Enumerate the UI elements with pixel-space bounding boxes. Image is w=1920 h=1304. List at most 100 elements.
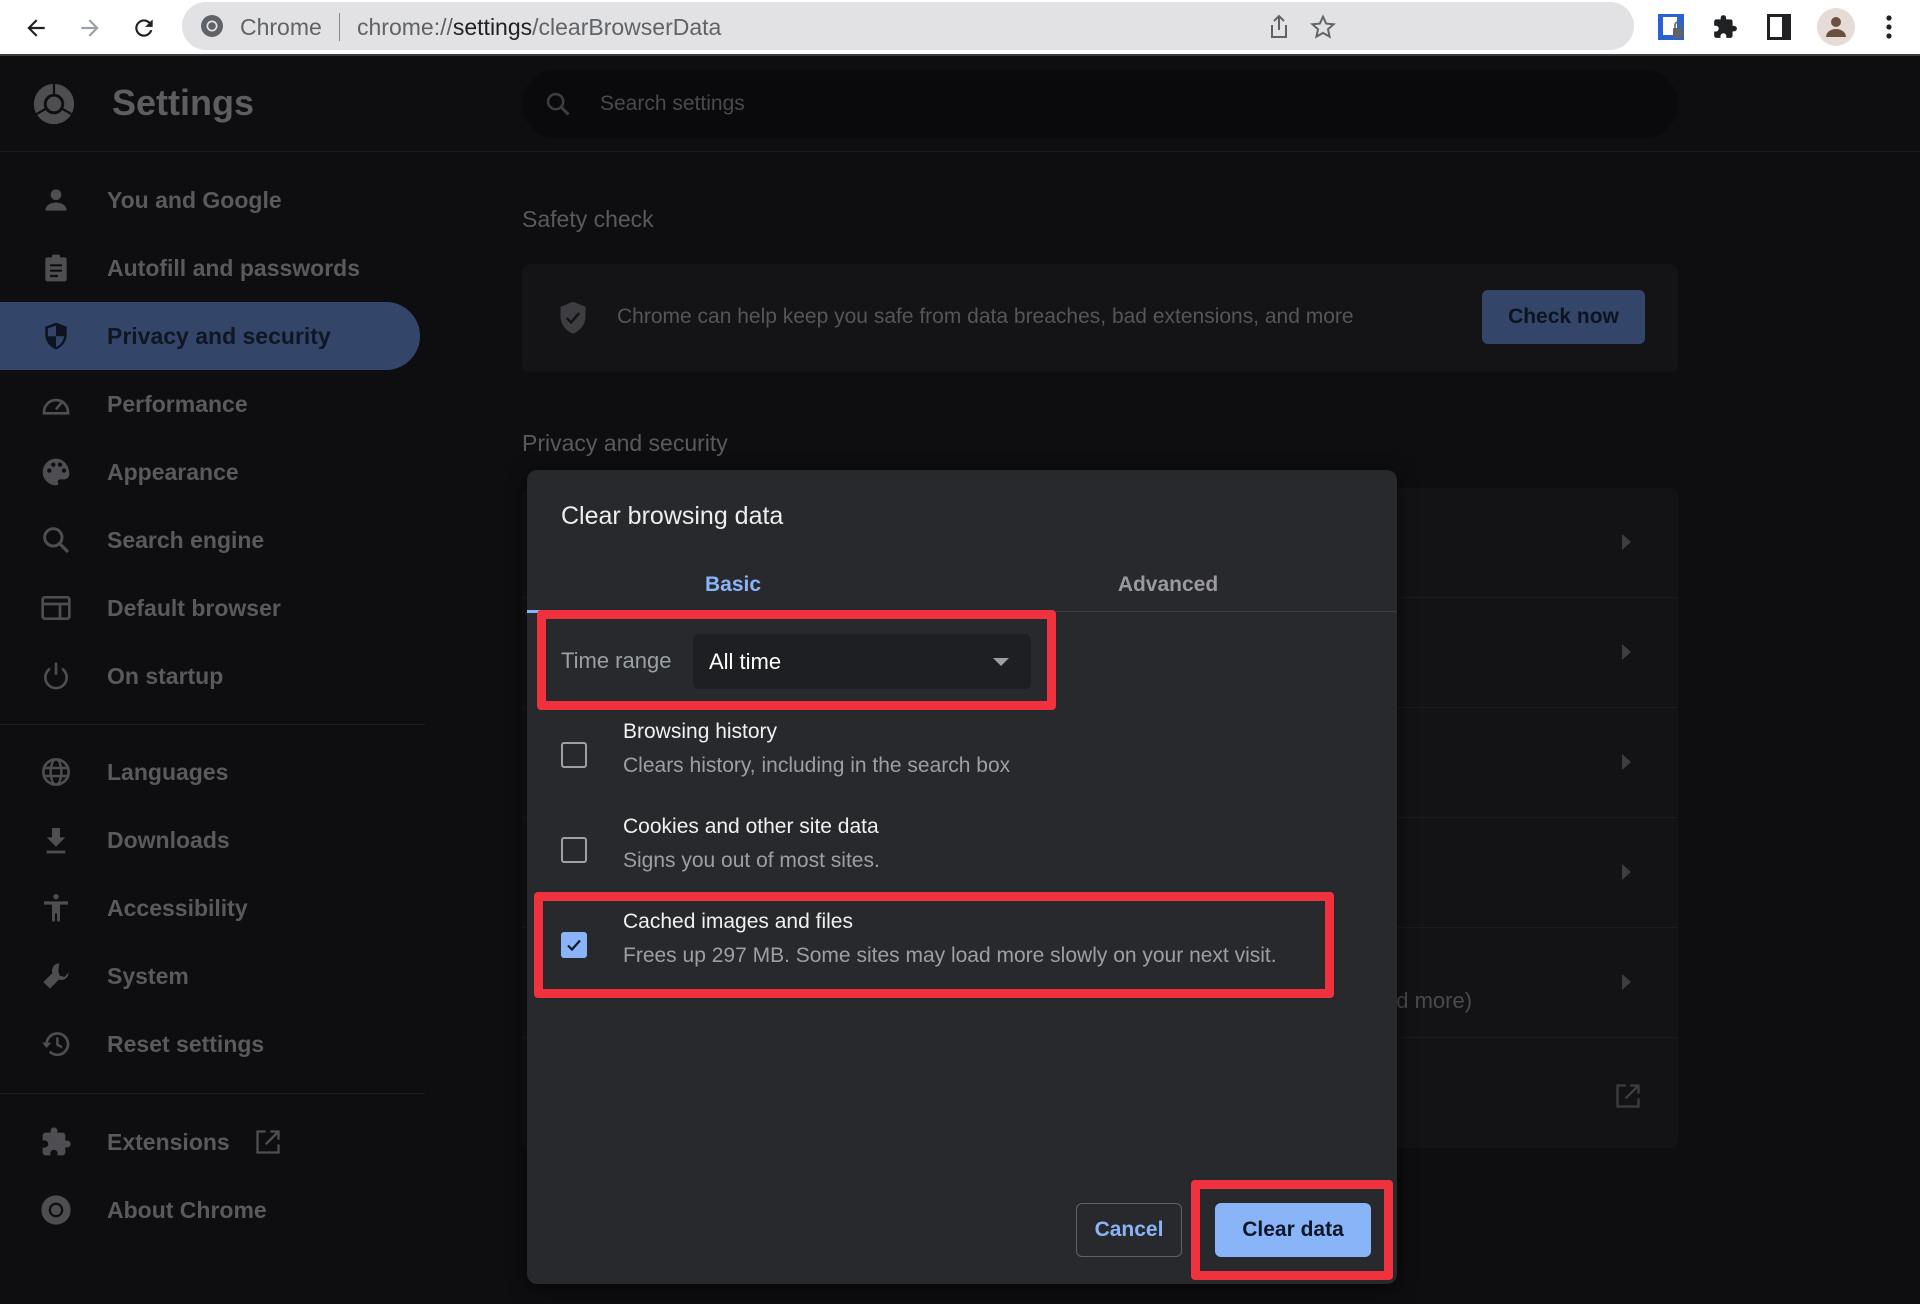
dropdown-caret-icon: [993, 658, 1009, 666]
restore-icon: [42, 1032, 70, 1057]
sidebar-item-performance[interactable]: Performance: [0, 370, 420, 438]
forward-arrow-icon: [81, 19, 99, 37]
back-arrow-icon: [27, 19, 45, 37]
sidebar-item-you-and-google[interactable]: You and Google: [0, 166, 420, 234]
sidebar-item-on-startup[interactable]: On startup: [0, 642, 420, 710]
clear-data-button[interactable]: Clear data: [1215, 1203, 1371, 1257]
kebab-menu-icon: [1886, 15, 1892, 39]
sidebar-item-label: Downloads: [107, 826, 230, 853]
sidebar-item-reset-settings[interactable]: Reset settings: [0, 1010, 420, 1078]
search-settings-input[interactable]: [600, 88, 1600, 120]
safety-check-card: Chrome can help keep you safe from data …: [522, 264, 1678, 372]
external-link-icon: [1616, 1084, 1640, 1108]
sidebar-item-label: Appearance: [107, 458, 239, 485]
sidebar-item-label: Performance: [107, 390, 248, 417]
chrome-settings-logo-icon: [33, 83, 75, 125]
back-button[interactable]: [16, 8, 56, 48]
dialog-tabs: Basic Advanced: [527, 558, 1397, 613]
search-icon: [546, 92, 570, 116]
option-cookies[interactable]: Cookies and other site data Signs you ou…: [527, 815, 1397, 895]
sidebar-item-privacy-and-security[interactable]: Privacy and security: [0, 302, 420, 370]
share-button[interactable]: [1264, 12, 1294, 42]
arrow-right-icon: [1622, 864, 1631, 880]
browsing-history-checkbox[interactable]: [561, 742, 587, 768]
option-title: Cached images and files: [623, 910, 853, 933]
address-bar[interactable]: Chrome chrome://settings/clearBrowserDat…: [182, 2, 1634, 50]
sidebar-divider: [0, 724, 425, 725]
clear-browsing-data-dialog: Clear browsing data Basic Advanced Time …: [527, 470, 1397, 1284]
search-settings-box[interactable]: [522, 70, 1678, 138]
shield-icon: [45, 322, 67, 350]
settings-header: Settings: [0, 58, 1920, 152]
safety-check-heading: Safety check: [522, 206, 654, 232]
sidebar-item-default-browser[interactable]: Default browser: [0, 574, 420, 642]
option-description: Frees up 297 MB. Some sites may load mor…: [623, 944, 1277, 967]
sidebar-item-label: Accessibility: [107, 894, 248, 921]
url-text[interactable]: chrome://settings/clearBrowserData: [357, 14, 721, 41]
tab-advanced[interactable]: Advanced: [939, 558, 1397, 612]
option-title: Browsing history: [623, 720, 778, 743]
sidebar-item-system[interactable]: System: [0, 942, 420, 1010]
puzzle-icon: [1714, 15, 1737, 38]
wrench-icon: [43, 963, 69, 989]
option-description: Clears history, including in the search …: [623, 754, 1011, 777]
url-scheme: chrome://: [357, 14, 453, 40]
sidebar-item-label: Autofill and passwords: [107, 254, 361, 281]
sidebar-item-search-engine[interactable]: Search engine: [0, 506, 420, 574]
cached-images-checkbox[interactable]: [561, 932, 587, 958]
chrome-logo-icon: [201, 15, 223, 37]
cancel-button[interactable]: Cancel: [1076, 1203, 1182, 1257]
sidebar-item-extensions[interactable]: Extensions: [0, 1108, 420, 1176]
sidebar-item-label: Reset settings: [107, 1030, 265, 1057]
option-cached-images[interactable]: Cached images and files Frees up 297 MB.…: [527, 910, 1397, 990]
chrome-menu-button[interactable]: [1872, 10, 1906, 44]
settings-sidebar: You and Google Autofill and passwords Pr…: [0, 152, 425, 1304]
reload-button[interactable]: [124, 8, 164, 48]
sidebar-item-about-chrome[interactable]: About Chrome: [0, 1176, 420, 1244]
forward-button[interactable]: [70, 8, 110, 48]
shield-check-icon: [560, 301, 586, 334]
sidebar-divider: [0, 1093, 425, 1094]
sidebar-item-label: About Chrome: [107, 1196, 267, 1223]
sidebar-item-label: You and Google: [107, 186, 282, 213]
puzzle-icon: [42, 1127, 71, 1156]
privacy-section-heading: Privacy and security: [522, 430, 728, 456]
profile-avatar-button[interactable]: [1817, 8, 1855, 46]
browser-toolbar: Chrome chrome://settings/clearBrowserDat…: [0, 0, 1920, 56]
side-panel-button[interactable]: [1762, 10, 1796, 44]
sidebar-item-appearance[interactable]: Appearance: [0, 438, 420, 506]
sidebar-item-accessibility[interactable]: Accessibility: [0, 874, 420, 942]
globe-icon: [42, 758, 70, 786]
url-path: /clearBrowserData: [532, 14, 722, 40]
sidebar-item-label: Extensions: [107, 1128, 230, 1155]
cookies-checkbox[interactable]: [561, 837, 587, 863]
tab-basic[interactable]: Basic: [527, 558, 939, 613]
bookmark-star-button[interactable]: [1308, 12, 1338, 42]
option-title: Cookies and other site data: [623, 815, 879, 838]
sidebar-item-label: Search engine: [107, 526, 265, 553]
speedometer-icon: [42, 398, 70, 415]
site-chip-label: Chrome: [240, 14, 322, 40]
privacy-row-partial-text: nd more): [1384, 988, 1473, 1013]
time-range-select[interactable]: All time: [693, 634, 1031, 689]
sidebar-item-label: On startup: [107, 662, 224, 689]
password-manager-extension-button[interactable]: [1654, 10, 1688, 44]
sidebar-item-label: Languages: [107, 758, 229, 785]
url-host: settings: [452, 14, 533, 40]
arrow-right-icon: [1622, 754, 1631, 770]
arrow-right-icon: [1622, 974, 1631, 990]
check-now-button[interactable]: Check now: [1482, 290, 1645, 344]
option-browsing-history[interactable]: Browsing history Clears history, includi…: [527, 720, 1397, 800]
extensions-button[interactable]: [1708, 10, 1742, 44]
password-manager-lock-icon: [1658, 14, 1684, 40]
reload-icon: [135, 19, 153, 37]
side-panel-icon: [1767, 14, 1791, 40]
time-range-value: All time: [709, 649, 782, 674]
sidebar-item-languages[interactable]: Languages: [0, 738, 420, 806]
sidebar-item-label: System: [107, 962, 189, 989]
dialog-title: Clear browsing data: [561, 502, 784, 530]
external-link-icon: [256, 1130, 280, 1154]
sidebar-item-autofill[interactable]: Autofill and passwords: [0, 234, 420, 302]
option-description: Signs you out of most sites.: [623, 849, 880, 872]
sidebar-item-downloads[interactable]: Downloads: [0, 806, 420, 874]
